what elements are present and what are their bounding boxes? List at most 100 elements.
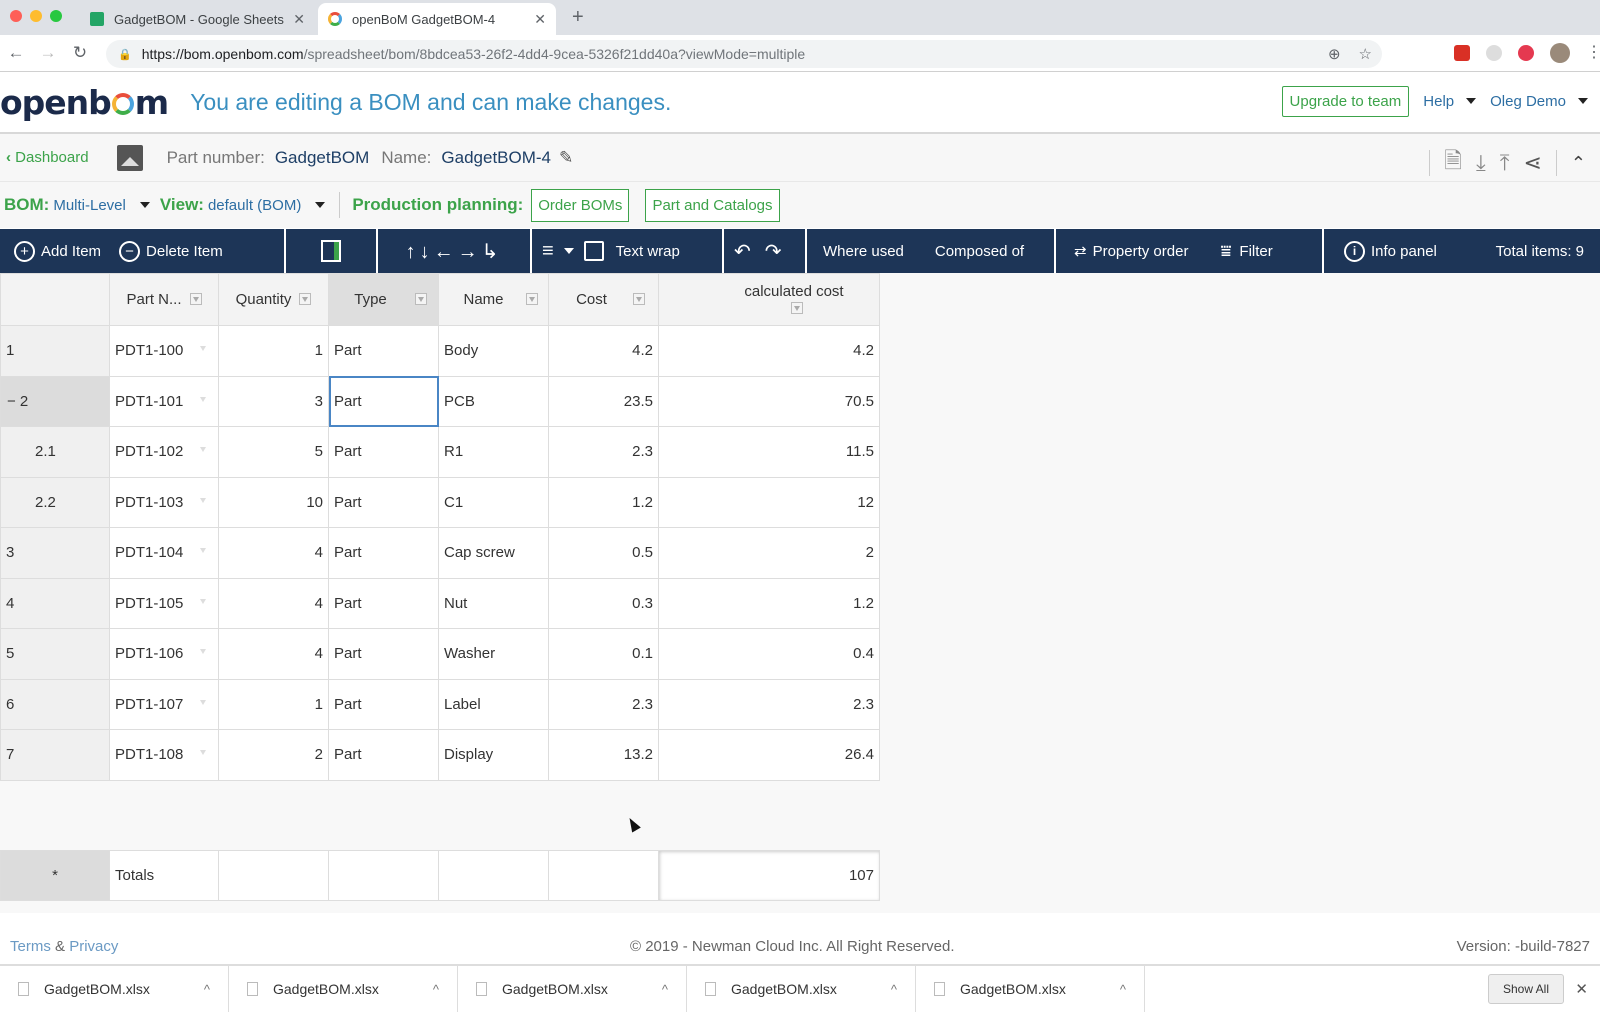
- name-cell[interactable]: Nut: [438, 577, 549, 629]
- calculated-cost-cell[interactable]: 12: [658, 476, 880, 528]
- table-row[interactable]: 3 PDT1-104 4 Part Cap screw 0.5 2: [0, 527, 880, 579]
- red-extension-icon[interactable]: [1518, 45, 1534, 61]
- chevron-up-icon[interactable]: ^: [1120, 982, 1126, 997]
- cost-cell[interactable]: 23.5: [548, 375, 659, 427]
- quantity-cell[interactable]: 1: [218, 325, 329, 377]
- url-input[interactable]: 🔒 https://bom.openbom.com/spreadsheet/bo…: [106, 40, 1382, 68]
- dashboard-link[interactable]: ‹ Dashboard: [6, 149, 89, 166]
- part-number-cell[interactable]: PDT1-108: [109, 729, 219, 781]
- row-number[interactable]: 2.2: [0, 476, 110, 528]
- row-number[interactable]: 7: [0, 729, 110, 781]
- column-filter-icon[interactable]: [189, 293, 202, 305]
- edit-pencil-icon[interactable]: ✎: [559, 148, 573, 168]
- type-cell[interactable]: Part: [328, 729, 439, 781]
- column-filter-icon[interactable]: [525, 293, 538, 305]
- type-cell[interactable]: Part: [328, 678, 439, 730]
- part-number-cell[interactable]: PDT1-102: [109, 426, 219, 478]
- profile-avatar[interactable]: [1550, 43, 1570, 63]
- chevron-up-icon[interactable]: ^: [433, 982, 439, 997]
- undo-icon[interactable]: ↶: [734, 239, 751, 264]
- download-item[interactable]: GadgetBOM.xlsx ^: [229, 966, 458, 1012]
- align-icon[interactable]: ≡: [542, 240, 554, 263]
- bom-type-select[interactable]: Multi-Level: [53, 197, 126, 214]
- name-cell[interactable]: C1: [438, 476, 549, 528]
- property-order-button[interactable]: ⇄ Property order: [1074, 242, 1188, 261]
- reload-icon[interactable]: ↻: [64, 43, 96, 63]
- show-all-button[interactable]: Show All: [1487, 974, 1564, 1004]
- image-icon[interactable]: [116, 144, 143, 171]
- close-downloads-icon[interactable]: ✕: [1575, 980, 1588, 998]
- part-number-cell[interactable]: PDT1-107: [109, 678, 219, 730]
- column-header-name[interactable]: Name: [438, 273, 549, 326]
- calculated-cost-cell[interactable]: 11.5: [658, 426, 880, 478]
- user-menu[interactable]: Oleg Demo: [1490, 93, 1588, 110]
- dropdown-arrow-icon[interactable]: [200, 548, 206, 553]
- cost-cell[interactable]: 0.1: [548, 628, 659, 680]
- row-number[interactable]: 6: [0, 678, 110, 730]
- name-cell[interactable]: Display: [438, 729, 549, 781]
- dropdown-arrow-icon[interactable]: [200, 699, 206, 705]
- close-window-button[interactable]: [10, 10, 22, 22]
- upgrade-button[interactable]: Upgrade to team: [1281, 86, 1410, 117]
- chevron-down-icon[interactable]: [139, 202, 150, 208]
- chevron-down-icon[interactable]: [315, 202, 326, 208]
- browser-tab-openbom[interactable]: openBoM GadgetBOM-4 ✕: [318, 3, 556, 35]
- new-tab-button[interactable]: +: [572, 6, 584, 29]
- text-wrap-checkbox[interactable]: [583, 241, 604, 261]
- column-header-calculated-cost[interactable]: calculated cost: [658, 273, 880, 326]
- name-cell[interactable]: Washer: [438, 628, 549, 680]
- download-item[interactable]: GadgetBOM.xlsx ^: [0, 966, 229, 1012]
- row-number[interactable]: 2.1: [0, 426, 110, 478]
- help-menu[interactable]: Help: [1423, 93, 1477, 110]
- calculated-cost-cell[interactable]: 4.2: [658, 325, 880, 377]
- column-header-type[interactable]: Type: [328, 273, 439, 326]
- table-row[interactable]: 1 PDT1-100 1 Part Body 4.2 4.2: [0, 325, 880, 377]
- type-cell[interactable]: Part: [328, 476, 439, 528]
- quantity-cell[interactable]: 1: [218, 678, 329, 730]
- composed-of-button[interactable]: Composed of: [935, 243, 1024, 260]
- column-header-part-number[interactable]: Part N...: [109, 273, 219, 326]
- row-number[interactable]: 3: [0, 527, 110, 579]
- part-number-cell[interactable]: PDT1-106: [109, 628, 219, 680]
- maximize-window-button[interactable]: [50, 10, 62, 22]
- dropdown-arrow-icon[interactable]: [200, 346, 206, 351]
- cost-cell[interactable]: 13.2: [548, 729, 659, 781]
- table-row[interactable]: 2.1 PDT1-102 5 Part R1 2.3 11.5: [0, 426, 880, 478]
- share-icon[interactable]: ⋖: [1523, 150, 1541, 176]
- delete-item-button[interactable]: − Delete Item: [119, 240, 223, 262]
- move-arrows-icons[interactable]: ↑↓←→↳: [406, 239, 503, 264]
- zoom-icon[interactable]: ⊕: [1328, 45, 1341, 63]
- calculated-cost-cell[interactable]: 1.2: [658, 577, 880, 629]
- part-number-cell[interactable]: PDT1-104: [109, 527, 219, 579]
- back-icon[interactable]: ←: [0, 43, 32, 63]
- where-used-button[interactable]: Where used: [823, 243, 904, 260]
- download-item[interactable]: GadgetBOM.xlsx ^: [458, 966, 687, 1012]
- calculated-cost-cell[interactable]: 26.4: [658, 729, 880, 781]
- filter-button[interactable]: ⩸ Filter: [1220, 241, 1272, 262]
- chevron-down-icon[interactable]: [563, 248, 574, 254]
- table-row[interactable]: − 2 PDT1-101 3 Part PCB 23.5 70.5: [0, 375, 880, 427]
- row-number[interactable]: 5: [0, 628, 110, 680]
- download-item[interactable]: GadgetBOM.xlsx ^: [916, 966, 1145, 1012]
- collapse-icon[interactable]: ⌃: [1571, 153, 1586, 174]
- part-number-cell[interactable]: PDT1-103: [109, 476, 219, 528]
- name-cell[interactable]: Body: [438, 325, 549, 377]
- row-number[interactable]: 4: [0, 577, 110, 629]
- add-item-button[interactable]: + Add Item: [14, 240, 101, 262]
- table-row[interactable]: 2.2 PDT1-103 10 Part C1 1.2 12: [0, 476, 880, 528]
- cost-cell[interactable]: 0.3: [548, 577, 659, 629]
- dropdown-arrow-icon[interactable]: [200, 396, 206, 402]
- column-filter-icon[interactable]: [632, 293, 645, 305]
- column-header-quantity[interactable]: Quantity: [218, 273, 329, 326]
- quantity-cell[interactable]: 10: [218, 476, 329, 528]
- upload-icon[interactable]: ⤒: [1500, 150, 1510, 176]
- part-number-cell[interactable]: PDT1-100: [109, 325, 219, 377]
- calculated-cost-cell[interactable]: 2.3: [658, 678, 880, 730]
- cost-cell[interactable]: 0.5: [548, 527, 659, 579]
- dropdown-arrow-icon[interactable]: [200, 497, 206, 503]
- column-filter-icon[interactable]: [414, 293, 427, 305]
- quantity-cell[interactable]: 3: [218, 375, 329, 427]
- quantity-cell[interactable]: 2: [218, 729, 329, 781]
- quantity-cell[interactable]: 4: [218, 577, 329, 629]
- chevron-up-icon[interactable]: ^: [891, 982, 897, 997]
